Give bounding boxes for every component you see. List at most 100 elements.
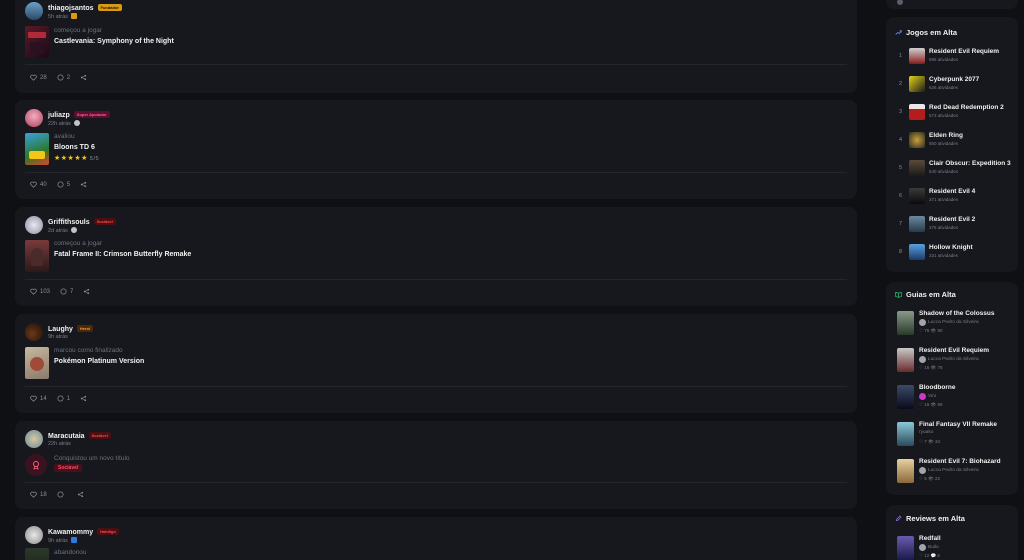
game-name: Resident Evil 2 [929, 216, 976, 223]
top-panel [886, 0, 1018, 9]
username[interactable]: Laughy Herói [48, 325, 94, 333]
game-cover[interactable] [25, 347, 49, 379]
trending-game-item[interactable]: 3 Red Dead Redemption 2 573 atividades [886, 101, 1018, 127]
game-name: Resident Evil 4 [929, 188, 976, 195]
guide-item[interactable]: Bloodborne Vini ♡ 16 👁 68 [886, 382, 1018, 418]
username[interactable]: Kawamommy Habilign [48, 528, 119, 536]
game-cover[interactable] [25, 26, 49, 58]
guide-thumb [897, 385, 914, 409]
heart-icon [30, 181, 37, 188]
user-badge: Super Apoiador [73, 111, 110, 118]
activity-action: Conquistou um novo título [54, 455, 130, 462]
activity-card: Maracutaia Sociável 22h atrás Conquistou … [15, 421, 857, 509]
activity-action: avaliou [54, 133, 75, 140]
username[interactable]: juliazp Super Apoiador [48, 111, 110, 119]
comment-button[interactable]: 2 [57, 74, 70, 81]
share-button[interactable] [80, 74, 87, 81]
share-icon [84, 288, 90, 295]
username[interactable]: thiagojsantos Fundador [48, 4, 122, 12]
guide-stats: ♡ 7 👁 34 [919, 439, 941, 444]
trending-game-item[interactable]: 7 Resident Evil 2 376 atividades [886, 213, 1018, 239]
comment-icon [57, 395, 64, 402]
rank: 4 [899, 137, 903, 143]
comment-icon [57, 491, 64, 498]
username[interactable]: Maracutaia Sociável [48, 432, 111, 440]
game-name: Cyberpunk 2077 [929, 76, 980, 83]
like-button[interactable]: 103 [30, 288, 50, 295]
user-badge: Fundador [97, 4, 122, 11]
like-button[interactable]: 14 [30, 395, 47, 402]
settings-icon[interactable] [897, 0, 903, 5]
game-title[interactable]: Pokémon Platinum Version [54, 358, 144, 365]
game-thumb [909, 188, 925, 204]
heart-icon [30, 74, 37, 81]
card-actions: 103 7 [30, 288, 90, 295]
trending-game-item[interactable]: 8 Hollow Knight 331 atividades [886, 241, 1018, 267]
book-icon [895, 291, 902, 298]
review-thumb [897, 536, 914, 560]
like-button[interactable]: 18 [30, 491, 47, 498]
like-button[interactable]: 40 [30, 181, 47, 188]
rank: 6 [899, 193, 903, 199]
trending-reviews-panel: Reviews em Alta Redfall Builo ♡ 12 💬 6 [886, 505, 1018, 560]
user-badge: Habilign [97, 528, 119, 535]
comment-button[interactable]: 1 [57, 395, 70, 402]
activity-count: 573 atividades [929, 113, 959, 118]
comment-icon [57, 181, 64, 188]
game-cover[interactable] [25, 548, 49, 560]
comment-button[interactable]: 5 [57, 181, 70, 188]
like-button[interactable]: 28 [30, 74, 47, 81]
share-icon [80, 181, 87, 188]
share-button[interactable] [83, 288, 90, 295]
game-thumb [909, 244, 925, 260]
guide-item[interactable]: Shadow of the Colossus Lucca Pedro da Si… [886, 308, 1018, 344]
guide-author: Vini [919, 393, 936, 400]
game-title[interactable]: Fatal Frame II: Crimson Butterfly Remake [54, 251, 191, 258]
avatar[interactable] [25, 109, 43, 127]
review-item[interactable]: Redfall Builo ♡ 12 💬 6 [886, 533, 1018, 560]
author-avatar [919, 319, 926, 326]
steam-icon [73, 120, 80, 126]
activity-action: começou a jogar [54, 27, 103, 34]
trending-game-item[interactable]: 1 Resident Evil Requiem 596 atividades [886, 45, 1018, 71]
game-name: Resident Evil Requiem [929, 48, 1000, 55]
share-button[interactable] [80, 395, 87, 402]
game-thumb [909, 48, 925, 64]
game-thumb [909, 160, 925, 176]
share-icon [80, 395, 87, 402]
game-name: Clair Obscur: Expedition 33 [929, 160, 1011, 167]
avatar[interactable] [25, 216, 43, 234]
activity-count: 596 atividades [929, 57, 959, 62]
comment-button[interactable]: 7 [60, 288, 73, 295]
activity-card: thiagojsantos Fundador 5h atrás começou a… [15, 0, 857, 93]
avatar[interactable] [25, 430, 43, 448]
game-title[interactable]: Bloons TD 6 [54, 144, 95, 151]
activity-action: começou a jogar [54, 240, 103, 247]
guide-author: Lucca Pedro da Silveira [919, 467, 979, 474]
trending-games-panel: Jogos em Alta 1 Resident Evil Requiem 59… [886, 17, 1018, 272]
game-title[interactable]: Castlevania: Symphony of the Night [54, 38, 174, 45]
guide-item[interactable]: Resident Evil 7: Biohazard Lucca Pedro d… [886, 456, 1018, 492]
trending-game-item[interactable]: 4 Elden Ring 550 atividades [886, 129, 1018, 155]
share-button[interactable] [80, 181, 87, 188]
game-cover[interactable] [25, 240, 49, 272]
username[interactable]: Griffithsouls Sociável [48, 218, 116, 226]
trending-game-item[interactable]: 6 Resident Evil 4 371 atividades [886, 185, 1018, 211]
trending-game-item[interactable]: 5 Clair Obscur: Expedition 33 540 ativid… [886, 157, 1018, 183]
share-button[interactable] [77, 491, 84, 498]
comment-button[interactable] [57, 491, 67, 498]
activity-action: abandonou [54, 549, 87, 556]
game-thumb [909, 216, 925, 232]
avatar[interactable] [25, 2, 43, 20]
guide-stats: ♡ 15 👁 78 [919, 365, 943, 370]
timestamp: 2d atrás [48, 227, 77, 234]
trending-game-item[interactable]: 2 Cyberpunk 2077 626 atividades [886, 73, 1018, 99]
game-cover[interactable] [25, 133, 49, 165]
avatar[interactable] [25, 323, 43, 341]
guide-item[interactable]: Resident Evil Requiem Lucca Pedro da Sil… [886, 345, 1018, 381]
avatar[interactable] [25, 526, 43, 544]
panel-title: Reviews em Alta [895, 514, 965, 523]
guide-item[interactable]: Final Fantasy VII Remake ryuako ♡ 7 👁 34 [886, 419, 1018, 455]
heart-icon [30, 395, 37, 402]
user-badge: Sociável [88, 432, 111, 439]
